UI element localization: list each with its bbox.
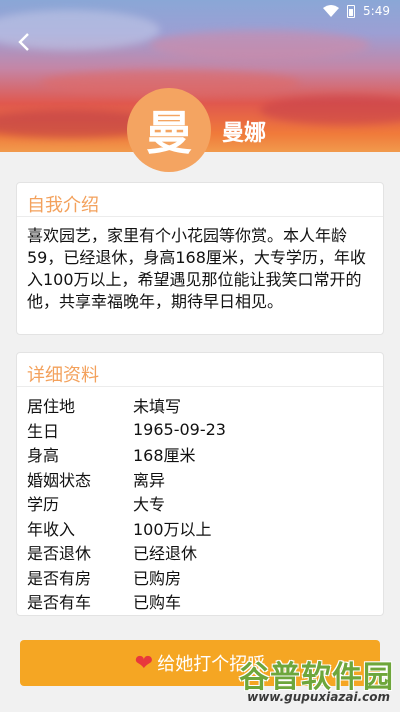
detail-row-residence: 居住地 未填写	[27, 393, 373, 418]
detail-row-birthday: 生日 1965-09-23	[27, 418, 373, 443]
detail-row-marital: 婚姻状态 离异	[27, 467, 373, 492]
detail-row-education: 学历 大专	[27, 491, 373, 516]
detail-key: 生日	[27, 421, 60, 441]
intro-card: 自我介绍 喜欢园艺，家里有个小花园等你赏。本人年龄59，已经退休，身高168厘米…	[16, 182, 384, 335]
detail-key: 居住地	[27, 397, 76, 417]
detail-value: 大专	[133, 495, 166, 515]
detail-value: 100万以上	[133, 519, 212, 539]
detail-key: 是否退休	[27, 544, 92, 564]
watermark: 谷普软件园 www.gupuxiazai.com	[222, 650, 394, 706]
status-time: 5:49	[363, 4, 390, 18]
detail-row-car: 是否有车 已购车	[27, 589, 373, 614]
detail-card: 详细资料 居住地 未填写 生日 1965-09-23 身高 168厘米 婚姻状态 离异 …	[16, 352, 384, 616]
back-button[interactable]	[10, 28, 38, 56]
detail-row-house: 是否有房 已购房	[27, 565, 373, 590]
detail-key: 年收入	[27, 519, 76, 539]
heart-icon: ❤	[134, 650, 154, 676]
intro-text: 喜欢园艺，家里有个小花园等你赏。本人年龄59，已经退休，身高168厘米，大专学历…	[27, 226, 366, 311]
avatar-initial: 曼	[146, 106, 192, 160]
detail-title: 详细资料	[17, 353, 383, 387]
detail-value: 168厘米	[133, 446, 196, 466]
sky-cloud	[260, 95, 400, 125]
intro-title: 自我介绍	[17, 183, 383, 217]
status-bar: 5:49	[0, 0, 400, 24]
detail-row-height: 身高 168厘米	[27, 442, 373, 467]
detail-row-retired: 是否退休 已经退休	[27, 540, 373, 565]
profile-name: 曼娜	[222, 121, 267, 146]
detail-key: 身高	[27, 446, 60, 466]
chevron-left-icon	[18, 33, 29, 51]
avatar[interactable]: 曼	[127, 88, 211, 172]
detail-value: 已购房	[133, 568, 182, 588]
sky-cloud	[150, 30, 370, 60]
detail-key: 是否有车	[27, 593, 92, 613]
detail-value: 1965-09-23	[133, 420, 226, 440]
detail-key: 婚姻状态	[27, 470, 92, 490]
battery-icon	[347, 4, 356, 18]
watermark-url: www.gupuxiazai.com	[247, 690, 390, 704]
detail-value: 离异	[133, 470, 166, 490]
wifi-icon	[323, 5, 340, 17]
detail-value: 已经退休	[133, 544, 198, 564]
detail-row-income: 年收入 100万以上	[27, 516, 373, 541]
detail-key: 学历	[27, 495, 60, 515]
detail-value: 未填写	[133, 397, 182, 417]
detail-list: 居住地 未填写 生日 1965-09-23 身高 168厘米 婚姻状态 离异 学历 大专 …	[17, 387, 383, 614]
detail-key: 是否有房	[27, 568, 92, 588]
detail-value: 已购车	[133, 593, 182, 613]
